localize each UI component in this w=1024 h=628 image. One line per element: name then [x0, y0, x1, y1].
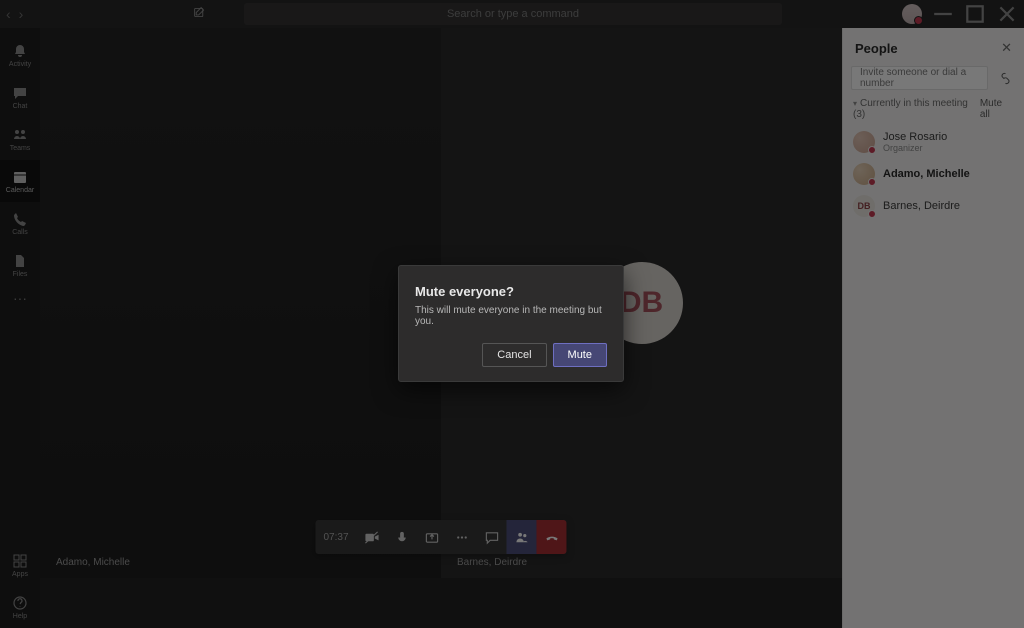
mute-button[interactable]: Mute [553, 343, 607, 367]
mute-everyone-dialog: Mute everyone? This will mute everyone i… [398, 265, 624, 382]
cancel-button[interactable]: Cancel [482, 343, 546, 367]
dialog-title: Mute everyone? [415, 284, 607, 299]
dialog-body: This will mute everyone in the meeting b… [415, 305, 607, 327]
